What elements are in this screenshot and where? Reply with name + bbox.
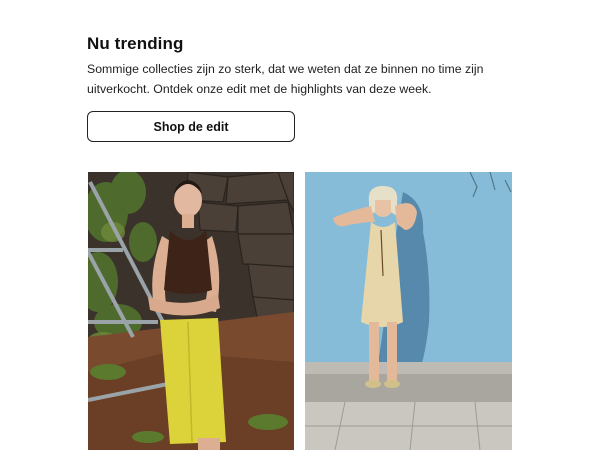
photo-model-yellow-skirt[interactable] bbox=[88, 172, 294, 450]
shop-edit-button[interactable]: Shop de edit bbox=[87, 111, 295, 142]
section-title: Nu trending bbox=[87, 34, 184, 53]
section-description: Sommige collecties zijn zo sterk, dat we… bbox=[87, 62, 484, 96]
photo-yellow-skirt-illustration bbox=[88, 172, 294, 450]
photo-model-beige-dress[interactable] bbox=[305, 172, 512, 450]
photo-beige-dress-illustration bbox=[305, 172, 512, 450]
